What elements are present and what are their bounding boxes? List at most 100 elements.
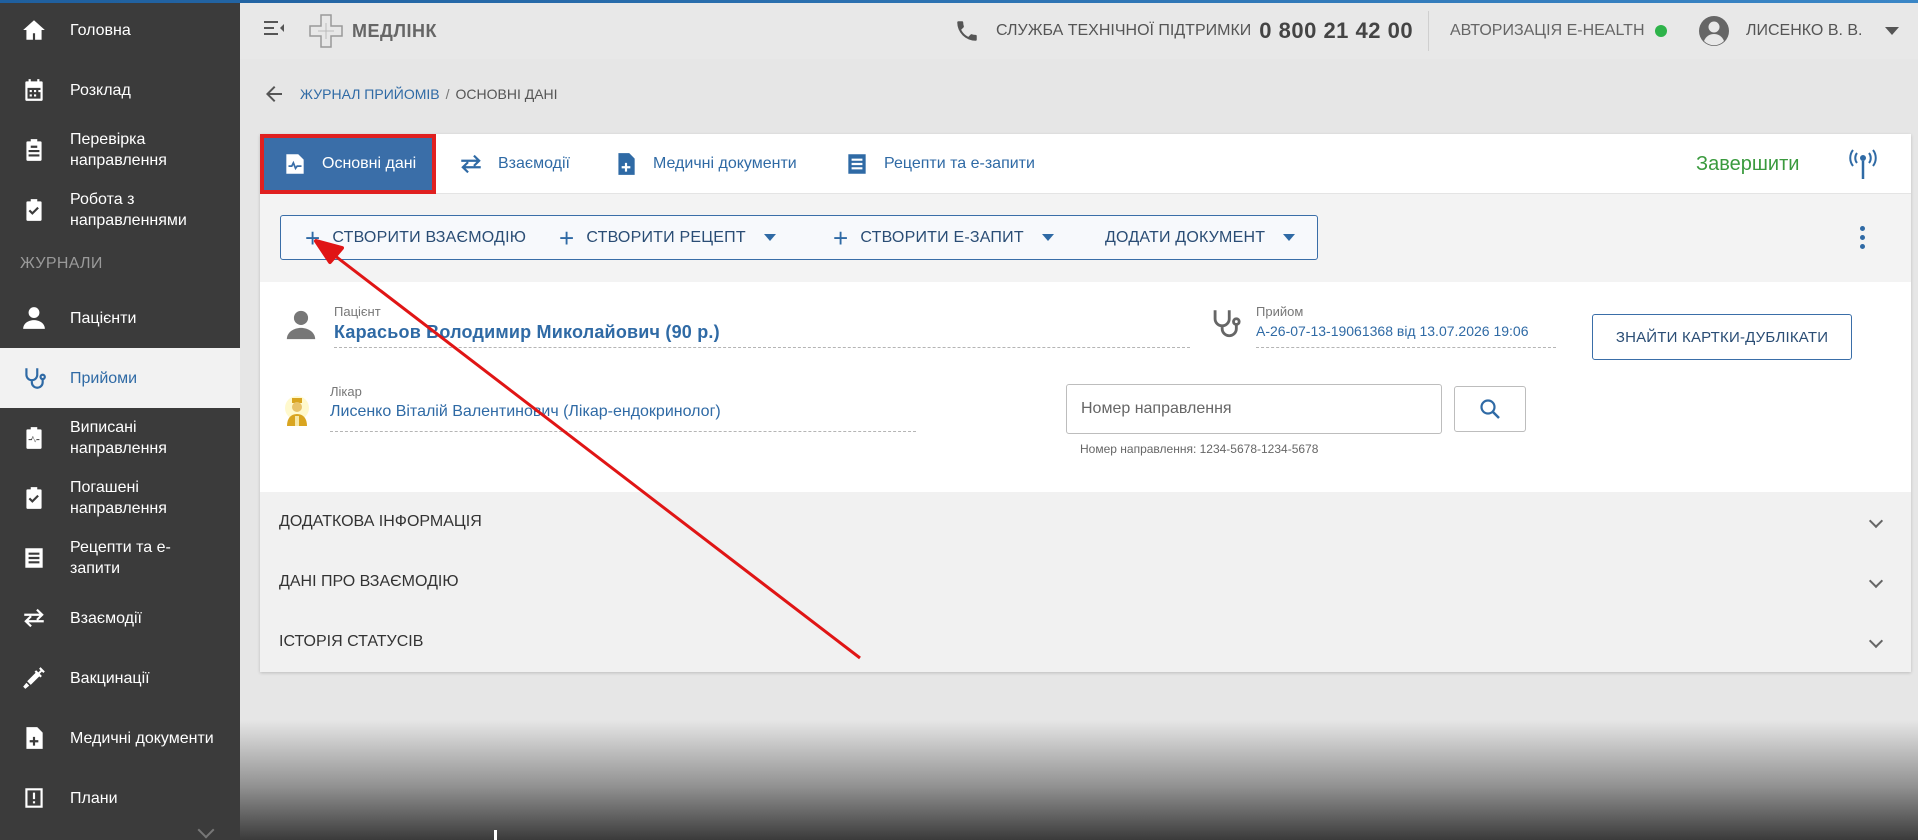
tab-label: Рецепти та е-запити [884, 155, 1035, 172]
finish-button[interactable]: Завершити [1696, 134, 1799, 194]
doctor-label: Лікар [330, 384, 362, 399]
support-info: СЛУЖБА ТЕХНІЧНОЇ ПІДТРИМКИ 0 800 21 42 0… [954, 3, 1413, 59]
calendar-icon [20, 76, 48, 104]
caret-down-icon [763, 234, 776, 241]
visit-field: Прийом А-26-07-13-19061368 від 13.07.202… [1256, 304, 1556, 348]
sidebar-item-redeemed-referrals[interactable]: Погашені направлення [0, 468, 240, 528]
sidebar-item-vaccinations[interactable]: Вакцинації [0, 648, 240, 708]
stethoscope-icon [20, 364, 48, 392]
add-document-label: ДОДАТИ ДОКУМЕНТ [1105, 228, 1266, 246]
tab-bar: Основні дані Взаємодії Медичні документи… [260, 134, 1911, 194]
tab-label: Взаємодії [498, 155, 570, 172]
sidebar: Головна Розклад Перевірка направлення Ро… [0, 0, 240, 840]
visit-value: А-26-07-13-19061368 від 13.07.2026 19:06 [1256, 323, 1529, 339]
tab-recipes[interactable]: Рецепти та е-запити [844, 134, 1035, 194]
plus-icon: + [559, 222, 575, 253]
avatar-icon [1699, 16, 1729, 46]
caret-down-icon [1884, 27, 1899, 35]
back-arrow-icon[interactable] [262, 82, 286, 106]
breadcrumb-current: ОСНОВНІ ДАНІ [455, 86, 558, 102]
patient-field[interactable]: Пацієнт Карасьов Володимир Миколайович (… [334, 304, 1190, 348]
sidebar-item-label: Погашені направлення [70, 479, 167, 517]
home-icon [20, 16, 48, 44]
sidebar-item-appointments[interactable]: Прийоми [0, 348, 240, 408]
caret-down-icon [1283, 234, 1296, 241]
chevron-down-icon [1868, 633, 1884, 649]
tab-label: Медичні документи [653, 155, 797, 172]
auth-status-dot [1654, 25, 1667, 37]
sidebar-item-medical-docs[interactable]: Медичні документи [0, 708, 240, 768]
medical-doc-icon [618, 153, 635, 175]
appointment-info: Пацієнт Карасьов Володимир Миколайович (… [260, 282, 1911, 492]
phone-icon [957, 21, 977, 41]
sidebar-item-label: Головна [70, 21, 131, 39]
tab-basic-data[interactable]: Основні дані [260, 134, 436, 194]
referral-number-input[interactable] [1066, 384, 1442, 434]
doctor-icon [285, 396, 309, 426]
header-divider [1428, 11, 1429, 51]
sidebar-item-label: Виписані направлення [70, 419, 167, 457]
sidebar-item-interactions[interactable]: Взаємодії [0, 588, 240, 648]
sidebar-item-label: Робота з направленнями [70, 191, 187, 229]
tab-interactions[interactable]: Взаємодії [458, 134, 570, 194]
sidebar-item-plans[interactable]: Плани [0, 768, 240, 828]
sidebar-item-work-referrals[interactable]: Робота з направленнями [0, 180, 240, 240]
logo[interactable]: МЕДЛІНК [306, 11, 437, 51]
swap-icon [461, 154, 481, 174]
create-interaction-label: СТВОРИТИ ВЗАЄМОДІЮ [332, 228, 527, 246]
sidebar-item-recipes[interactable]: Рецепти та е-запити [0, 528, 240, 588]
sidebar-item-label: Плани [70, 789, 118, 807]
plan-icon [20, 784, 48, 812]
sidebar-item-label: Взаємодії [70, 609, 142, 627]
create-interaction-button[interactable]: + СТВОРИТИ ВЗАЄМОДІЮ [305, 216, 526, 259]
sidebar-item-label: Пацієнти [70, 309, 137, 327]
sidebar-item-label: Прийоми [70, 369, 138, 387]
tab-medical-documents[interactable]: Медичні документи [613, 134, 797, 194]
create-recipe-button[interactable]: + СТВОРИТИ РЕЦЕПТ [559, 216, 776, 259]
breadcrumb-link-appointments[interactable]: ЖУРНАЛ ПРИЙОМІВ [300, 86, 440, 102]
support-phone[interactable]: 0 800 21 42 00 [1259, 18, 1413, 44]
sidebar-item-label: Медичні документи [70, 729, 214, 747]
patient-label: Пацієнт [334, 304, 381, 319]
syringe-icon [20, 664, 48, 692]
accordion-title: ІСТОРІЯ СТАТУСІВ [279, 633, 424, 650]
auth-label: АВТОРИЗАЦІЯ E-HEALTH [1450, 22, 1645, 39]
sidebar-item-schedule[interactable]: Розклад [0, 60, 240, 120]
more-options-icon[interactable] [1860, 226, 1866, 250]
mouse-cursor-fragment [494, 830, 497, 840]
antenna-icon[interactable] [1848, 148, 1878, 180]
search-referral-button[interactable] [1454, 386, 1526, 432]
find-duplicates-button[interactable]: ЗНАЙТИ КАРТКИ-ДУБЛІКАТИ [1592, 314, 1852, 360]
menu-collapse-icon[interactable] [262, 16, 286, 40]
sidebar-item-patients[interactable]: Пацієнти [0, 288, 240, 348]
accordion-status-history[interactable]: ІСТОРІЯ СТАТУСІВ [260, 612, 1911, 672]
accordion-additional-info[interactable]: ДОДАТКОВА ІНФОРМАЦІЯ [260, 492, 1911, 552]
add-document-button[interactable]: ДОДАТИ ДОКУМЕНТ [1105, 216, 1296, 259]
logo-text: МЕДЛІНК [352, 20, 437, 41]
sidebar-item-issued-referrals[interactable]: Виписані направлення [0, 408, 240, 468]
sidebar-item-check-referral[interactable]: Перевірка направлення [0, 120, 240, 180]
accordion-interaction-data[interactable]: ДАНІ ПРО ВЗАЄМОДІЮ [260, 552, 1911, 612]
patient-name[interactable]: Карасьов Володимир Миколайович (90 р.) [334, 322, 1190, 343]
ehealth-auth-status[interactable]: АВТОРИЗАЦІЯ E-HEALTH [1450, 3, 1667, 59]
create-recipe-label: СТВОРИТИ РЕЦЕПТ [586, 228, 746, 246]
heart-doc-icon [286, 154, 304, 174]
tab-label: Основні дані [322, 155, 417, 172]
top-accent-line [0, 0, 1918, 3]
sidebar-item-home[interactable]: Головна [0, 0, 240, 60]
user-menu[interactable]: ЛИСЕНКО В. В. [1698, 3, 1899, 59]
create-erequest-button[interactable]: + СТВОРИТИ Е-ЗАПИТ [833, 216, 1054, 259]
clipboard-check-icon [20, 484, 48, 512]
swap-icon [20, 604, 48, 632]
clipboard-check-icon [20, 196, 48, 224]
person-icon [286, 310, 316, 340]
plus-icon: + [305, 222, 321, 253]
sidebar-item-label: Вакцинації [70, 669, 150, 687]
user-name: ЛИСЕНКО В. В. [1746, 22, 1863, 39]
actions-area: + СТВОРИТИ ВЗАЄМОДІЮ + СТВОРИТИ РЕЦЕПТ +… [260, 194, 1911, 282]
caret-down-icon [1041, 234, 1054, 241]
doctor-name: Лисенко Віталій Валентинович (Лікар-ендо… [330, 403, 721, 420]
sidebar-item-label: Рецепти та е-запити [70, 539, 171, 577]
create-erequest-label: СТВОРИТИ Е-ЗАПИТ [860, 228, 1024, 246]
appointment-card: Основні дані Взаємодії Медичні документи… [260, 134, 1911, 672]
